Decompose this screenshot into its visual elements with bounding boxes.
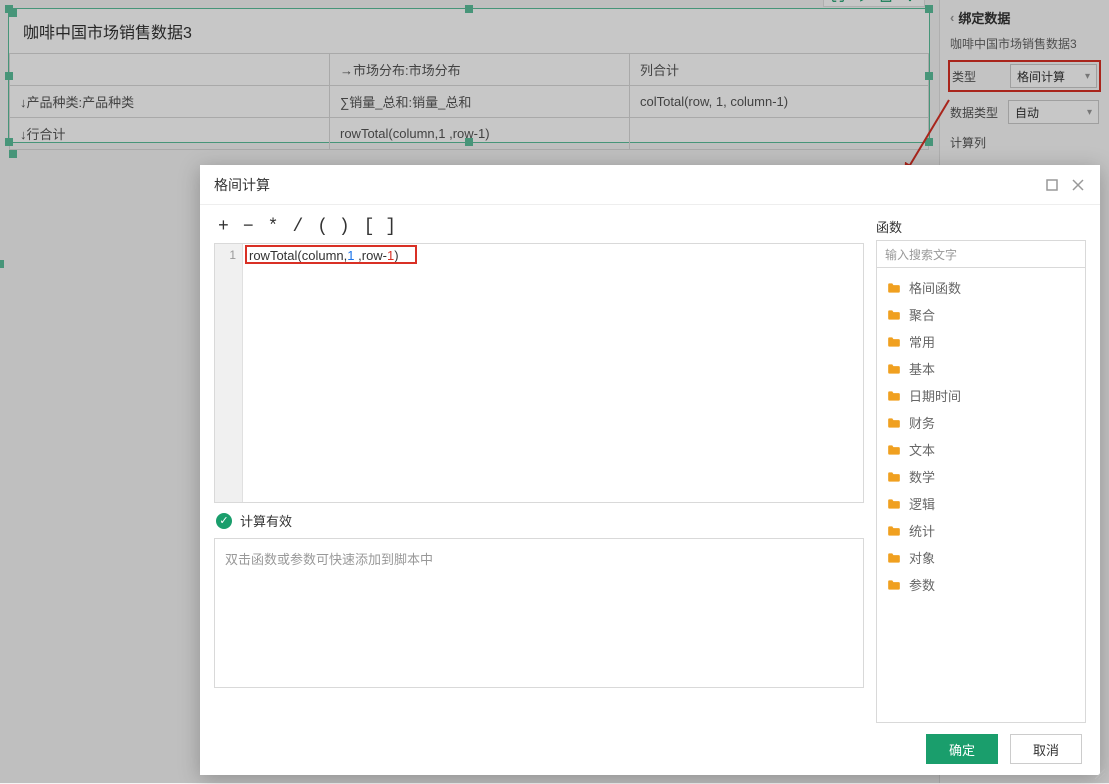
function-category-label: 统计 — [909, 521, 935, 540]
code-text: ,row- — [355, 248, 388, 263]
validation-text: 计算有效 — [240, 511, 292, 530]
line-gutter: 1 — [215, 244, 243, 502]
op-minus[interactable]: − — [243, 217, 254, 237]
folder-icon — [887, 444, 901, 456]
folder-icon — [887, 498, 901, 510]
function-category-label: 财务 — [909, 413, 935, 432]
dialog-header: 格间计算 — [200, 165, 1100, 205]
folder-icon — [887, 390, 901, 402]
code-text: (column, — [297, 248, 347, 263]
maximize-icon[interactable] — [1044, 177, 1060, 193]
folder-icon — [887, 579, 901, 591]
resize-grip-icon[interactable] — [1093, 767, 1107, 781]
calc-dialog: 格间计算 + − * / ( ) [ ] 1 rowTotal(column,1… — [200, 165, 1100, 775]
help-area: 双击函数或参数可快速添加到脚本中 — [214, 538, 864, 688]
function-category-label: 对象 — [909, 548, 935, 567]
dialog-title: 格间计算 — [214, 175, 270, 195]
op-slash[interactable]: / — [292, 217, 303, 237]
code-editor[interactable]: 1 rowTotal(column,1 ,row-1) — [214, 243, 864, 503]
function-category-label: 常用 — [909, 332, 935, 351]
editor-column: + − * / ( ) [ ] 1 rowTotal(column,1 ,row… — [214, 217, 864, 723]
function-category[interactable]: 聚合 — [877, 301, 1085, 328]
validation-row: ✓ 计算有效 — [214, 503, 864, 538]
close-icon[interactable] — [1070, 177, 1086, 193]
function-category[interactable]: 对象 — [877, 544, 1085, 571]
folder-icon — [887, 525, 901, 537]
op-bracket[interactable]: [ ] — [364, 217, 396, 237]
code-num: 1 — [347, 248, 354, 263]
function-category-label: 逻辑 — [909, 494, 935, 513]
function-category[interactable]: 数学 — [877, 463, 1085, 490]
function-category-label: 聚合 — [909, 305, 935, 324]
op-paren[interactable]: ( ) — [317, 217, 349, 237]
function-category[interactable]: 逻辑 — [877, 490, 1085, 517]
function-category[interactable]: 参数 — [877, 571, 1085, 598]
folder-icon — [887, 336, 901, 348]
cancel-button[interactable]: 取消 — [1010, 734, 1082, 764]
function-search[interactable]: 输入搜索文字 — [876, 240, 1086, 268]
dialog-footer: 确定 取消 — [200, 723, 1100, 775]
folder-icon — [887, 471, 901, 483]
function-category[interactable]: 基本 — [877, 355, 1085, 382]
function-category-label: 文本 — [909, 440, 935, 459]
function-category[interactable]: 文本 — [877, 436, 1085, 463]
search-placeholder: 输入搜索文字 — [885, 246, 957, 263]
function-category[interactable]: 财务 — [877, 409, 1085, 436]
code-content[interactable]: rowTotal(column,1 ,row-1) — [243, 244, 863, 502]
code-text: ) — [394, 248, 398, 263]
check-icon: ✓ — [216, 513, 232, 529]
function-list: 格间函数聚合常用基本日期时间财务文本数学逻辑统计对象参数 — [876, 268, 1086, 723]
function-category-label: 日期时间 — [909, 386, 961, 405]
folder-icon — [887, 309, 901, 321]
function-category[interactable]: 格间函数 — [877, 274, 1085, 301]
function-category[interactable]: 日期时间 — [877, 382, 1085, 409]
function-category-label: 格间函数 — [909, 278, 961, 297]
op-plus[interactable]: + — [218, 217, 229, 237]
line-number: 1 — [215, 248, 236, 262]
op-star[interactable]: * — [268, 217, 279, 237]
folder-icon — [887, 417, 901, 429]
function-category-label: 数学 — [909, 467, 935, 486]
folder-icon — [887, 363, 901, 375]
code-fn: rowTotal — [249, 248, 297, 263]
operator-toolbar: + − * / ( ) [ ] — [214, 217, 864, 243]
function-category-label: 基本 — [909, 359, 935, 378]
function-label: 函数 — [876, 217, 1086, 236]
folder-icon — [887, 552, 901, 564]
function-column: 函数 输入搜索文字 格间函数聚合常用基本日期时间财务文本数学逻辑统计对象参数 — [876, 217, 1086, 723]
function-category-label: 参数 — [909, 575, 935, 594]
ok-button[interactable]: 确定 — [926, 734, 998, 764]
function-category[interactable]: 常用 — [877, 328, 1085, 355]
function-category[interactable]: 统计 — [877, 517, 1085, 544]
folder-icon — [887, 282, 901, 294]
